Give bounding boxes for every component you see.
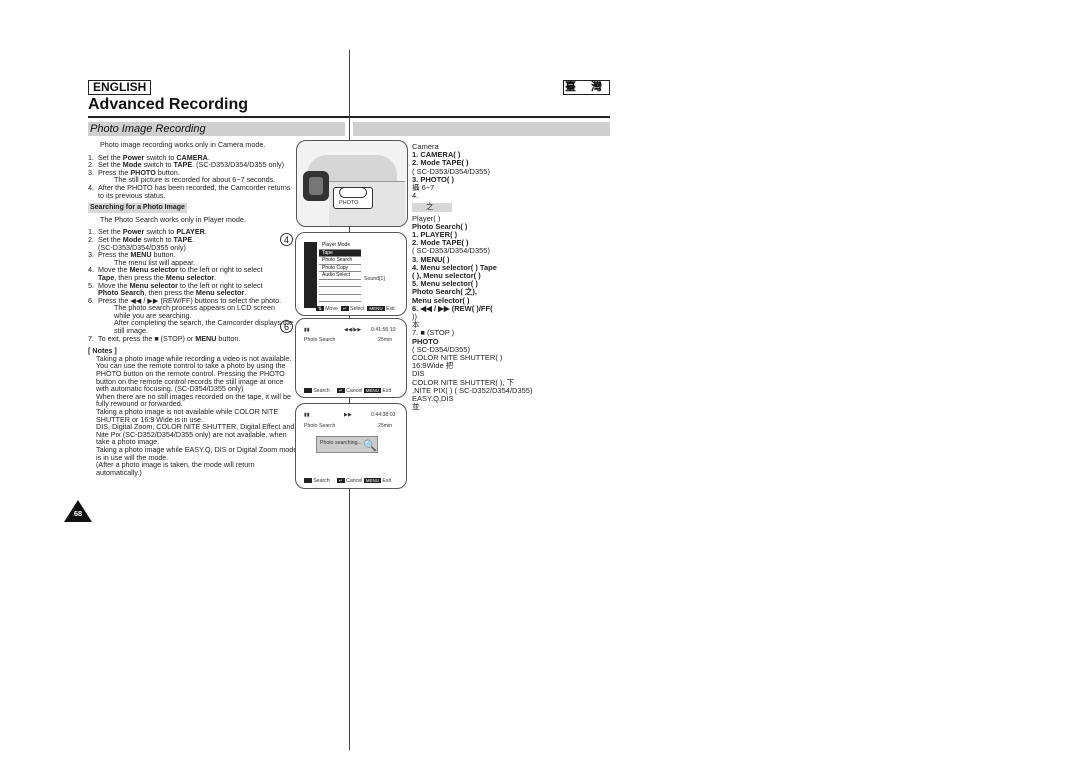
left-column: Photo image recording works only in Came… [88,141,298,476]
notes-list: Taking a photo image while recording a v… [88,355,298,477]
mode-label: Photo Search [304,423,336,429]
chinese-line: 7. ■ (STOP ) [412,328,455,338]
search-heading: Searching for a Photo Image [88,203,187,213]
right-column-chinese: Camera 1. CAMERA( ) 2. Mode TAPE( )( SC-D3… [412,142,612,412]
chinese-line: 並 [412,402,420,412]
menu-footer: ⇅ Move ↵ Select MENU Exit [316,306,395,312]
note-item: Taking a photo image is not available wh… [96,407,279,424]
search-intro: The Photo Search works only in Player mo… [100,214,246,224]
timecode: 0:44:38:03 [371,412,396,418]
menu-title: Player Mode [319,242,361,250]
photo-button-label: PHOTO [339,200,359,206]
search-footer: Search ↵ Cancel MENU Exit [304,388,391,394]
menu-list: Player Mode Tape Photo Search Photo Copy… [319,242,361,302]
menu-item-photo-search[interactable]: Photo Search [319,257,361,265]
chinese-line: 4. [412,191,419,201]
rew-ff-indicator: ◀◀/▶▶ [344,327,362,333]
section-title: Photo Image Recording [90,123,206,135]
photo-searching-screen: ▮▮ ▶▶ 0:44:38:03 Photo Search 25min Phot… [295,403,407,489]
tape-remaining: 25min [378,423,393,429]
chinese-line: 3. PHOTO( ) [412,174,454,184]
chinese-line: 16:9Wide 把 [412,361,454,371]
language-label-taiwan: 臺 灣 [563,80,610,95]
step-4-marker: 4 [280,233,293,246]
step-4: 4. After the PHOTO has been recorded, th… [88,182,291,200]
tape-remaining: 25min [378,337,393,343]
chinese-line: 6. ◀◀ / ▶▶ (REW( )/FF( [412,303,493,313]
chinese-line: 攝 6~7 [412,183,435,193]
search-footer: Search ↵ Cancel MENU Exit [304,478,391,484]
note-item: (After a photo image is taken, the mode … [96,460,255,477]
menu-item-tape[interactable]: Tape [319,249,361,257]
page-number: 68 [73,509,83,518]
page-title: Advanced Recording [88,96,249,113]
photo-button-icon [339,187,367,198]
audio-select-value: Sound[1] [364,276,385,282]
mode-label: Photo Search [304,337,336,343]
menu-icon-strip [304,242,317,308]
page-number-badge: 68 [64,500,92,522]
language-label-english: ENGLISH [88,80,152,95]
step-6-marker: 6 [280,320,293,333]
ff-indicator: ▶▶ [344,412,352,418]
menu-item-audio-select[interactable]: Audio Select [319,272,361,280]
note-item: You can use the remote control to take a… [96,361,286,394]
search-steps: 1. Set the Power switch to PLAYER. 2. Set… [88,228,298,342]
menu-screen: Player Mode Tape Photo Search Photo Copy… [295,232,407,316]
photo-search-screen: ▮▮ ◀◀/▶▶ 0:41:56:10 Photo Search 25min S… [295,318,407,398]
note-item: Taking a photo image while EASY.Q, DIS o… [96,444,298,462]
searching-popup: Photo searching... 🔍 [316,436,378,453]
title-rule-left [88,116,350,118]
chinese-line: EASY.Q,DIS [412,394,454,404]
battery-icon: ▮▮ [304,412,310,418]
menu-item-photo-copy[interactable]: Photo Copy [319,265,361,272]
chinese-line: 之 [412,203,452,212]
note-item: DIS, Digital Zoom, COLOR NITE SHUTTER, D… [96,422,295,447]
note-item: When there are no still images recorded … [96,391,291,409]
section-bar-right [353,122,610,136]
search-step-line: 7. To exit, press the ■ (STOP) or MENU b… [88,333,241,343]
title-rule-right [350,116,610,118]
timecode: 0:41:56:10 [371,327,396,333]
battery-icon: ▮▮ [304,327,310,333]
magnifier-icon: 🔍 [363,440,377,452]
intro-text: Photo image recording works only in Came… [100,140,266,149]
camcorder-illustration: PHOTO [296,140,408,227]
chinese-line: )) [412,312,417,322]
